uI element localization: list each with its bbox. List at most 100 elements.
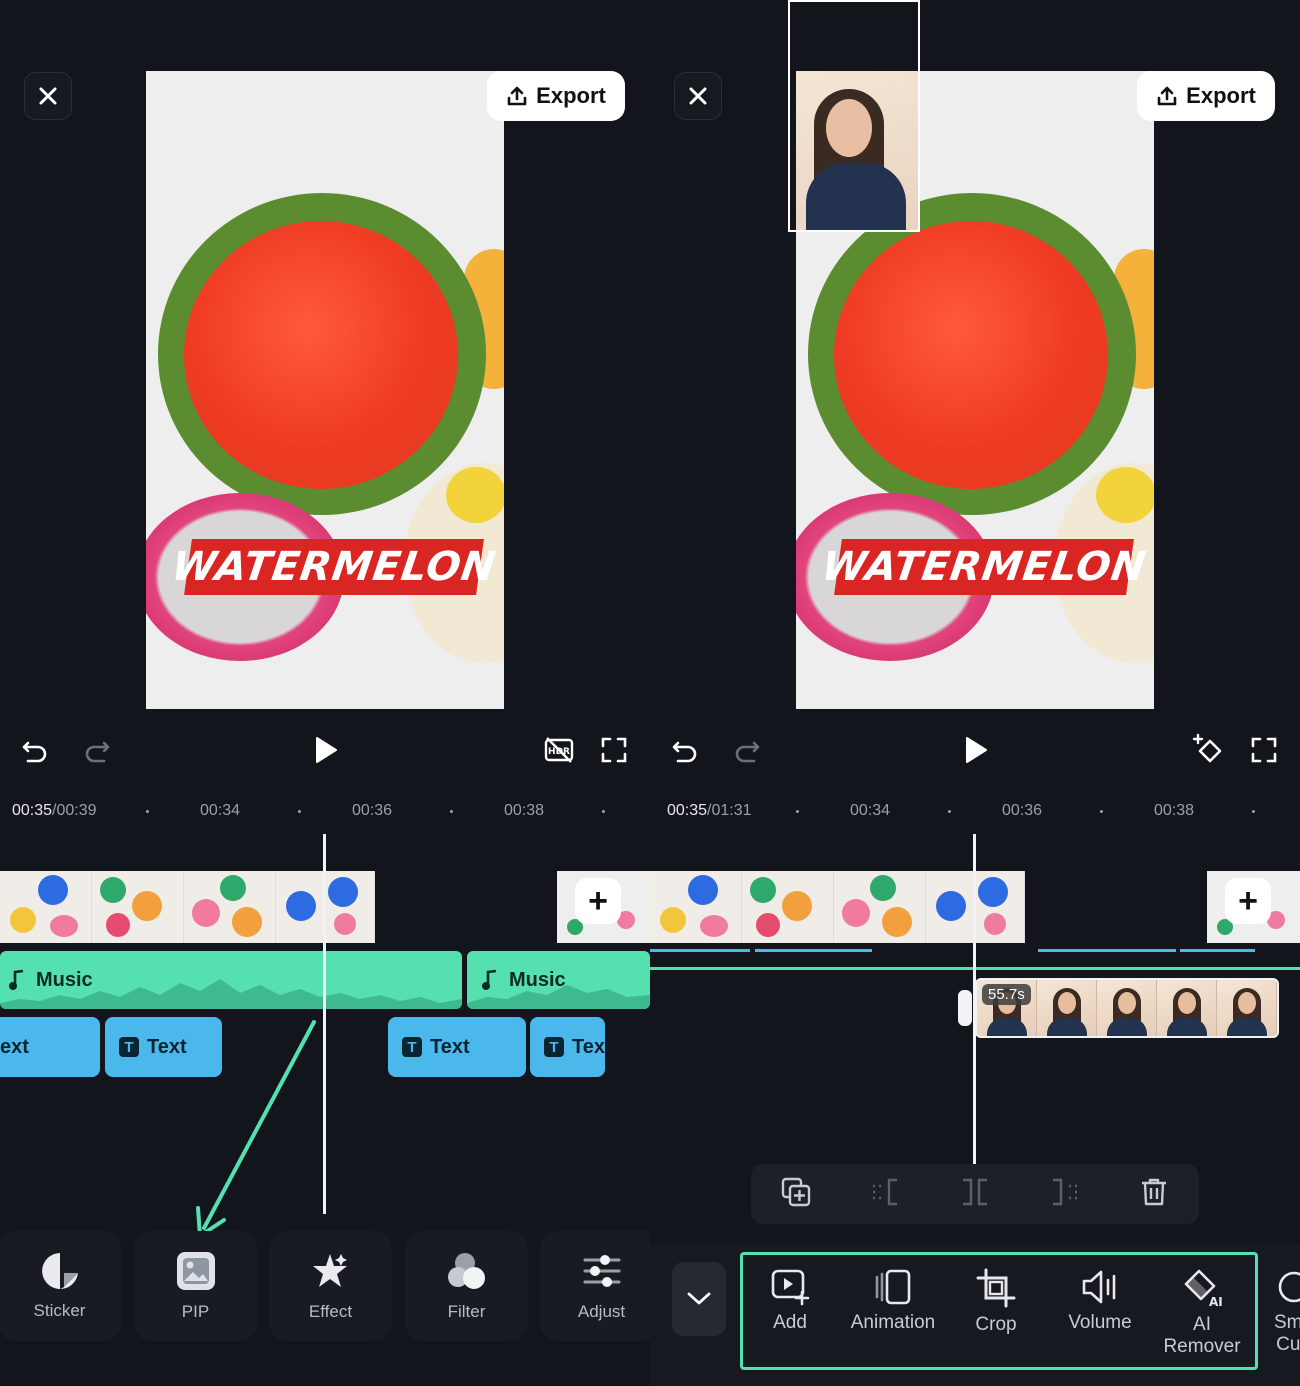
ai-remover-tool[interactable]: AI AI Remover	[1158, 1268, 1246, 1358]
play-button[interactable]	[958, 730, 994, 770]
pip-tool[interactable]: PIP	[134, 1231, 257, 1341]
effect-tool[interactable]: Effect	[269, 1231, 392, 1341]
text-track-indicator	[650, 949, 750, 952]
ai-remover-icon: AI	[1184, 1269, 1223, 1308]
smart-cutout-tool[interactable]: Sm Cu	[1274, 1268, 1300, 1356]
split-button	[959, 1176, 991, 1213]
play-icon	[966, 737, 987, 763]
undo-button[interactable]	[18, 730, 52, 770]
adjust-tool[interactable]: Adjust	[540, 1231, 650, 1341]
volume-icon	[1082, 1270, 1116, 1304]
text-clip[interactable]: T Tex	[530, 1017, 605, 1077]
add-clip-button[interactable]: +	[1225, 878, 1271, 924]
svg-text:AI: AI	[1209, 1295, 1223, 1308]
play-button[interactable]	[308, 730, 344, 770]
music-note-icon	[9, 969, 24, 990]
text-clip[interactable]: T Text	[388, 1017, 526, 1077]
main-video-track[interactable]	[0, 871, 375, 943]
timeline-ruler[interactable]: 00:35/00:39 00:34 00:36 00:38	[0, 800, 650, 824]
collapse-button[interactable]	[672, 1262, 726, 1336]
plus-icon: +	[1238, 881, 1258, 920]
title-overlay[interactable]: WATERMELON	[819, 539, 1149, 595]
close-button[interactable]	[24, 72, 72, 120]
current-time: 00:35/00:39	[12, 802, 97, 819]
export-button[interactable]: Export	[487, 71, 625, 121]
pip-duration-badge: 55.7s	[982, 984, 1031, 1005]
trim-end-button	[1049, 1176, 1081, 1213]
video-thumbnail	[0, 871, 92, 943]
add-video-icon	[771, 1269, 810, 1306]
volume-tool[interactable]: Volume	[1060, 1268, 1140, 1334]
pip-thumbnail	[1037, 980, 1097, 1036]
playhead[interactable]	[973, 834, 976, 1164]
duplicate-icon	[781, 1177, 810, 1206]
keyframe-button[interactable]	[1190, 730, 1228, 770]
filter-icon	[447, 1253, 485, 1289]
pip-thumbnail	[1157, 980, 1217, 1036]
sticker-icon	[41, 1253, 78, 1289]
export-button[interactable]: Export	[1137, 71, 1275, 121]
plus-icon: +	[588, 881, 608, 920]
smart-cutout-icon	[1278, 1271, 1300, 1303]
right-editor-panel: WATERMELON Export 00:35/01:31 00:34 00:3…	[650, 0, 1300, 1386]
playhead[interactable]	[323, 834, 326, 1214]
text-track-indicator	[1180, 949, 1255, 952]
music-track-2[interactable]: Music	[467, 951, 650, 1009]
current-time: 00:35/01:31	[667, 802, 752, 819]
crop-tool[interactable]: Crop	[964, 1268, 1028, 1336]
add-tool[interactable]: Add	[760, 1268, 820, 1334]
add-clip-button[interactable]: +	[575, 878, 621, 924]
hdr-button[interactable]: HDR	[540, 730, 578, 770]
music-note-icon	[482, 969, 497, 990]
pip-thumbnail	[1217, 980, 1277, 1036]
trash-icon	[1142, 1178, 1167, 1205]
video-thumbnail	[92, 871, 184, 943]
annotation-arrow	[196, 1020, 316, 1238]
clip-edit-bar	[751, 1164, 1199, 1224]
delete-button[interactable]	[1138, 1176, 1170, 1213]
video-preview[interactable]: WATERMELON	[146, 71, 504, 709]
video-thumbnail	[742, 871, 834, 943]
fullscreen-button[interactable]	[596, 730, 632, 770]
text-icon: T	[119, 1037, 139, 1057]
close-icon	[39, 87, 57, 105]
redo-button[interactable]	[80, 730, 114, 770]
close-button[interactable]	[674, 72, 722, 120]
fullscreen-icon	[601, 737, 627, 763]
effect-icon	[312, 1254, 347, 1287]
music-track[interactable]: Music	[0, 951, 462, 1009]
export-icon	[507, 86, 527, 106]
adjust-icon	[583, 1255, 620, 1287]
animation-icon	[875, 1269, 911, 1305]
redo-button[interactable]	[730, 730, 764, 770]
filter-tool[interactable]: Filter	[405, 1231, 528, 1341]
pip-trim-handle[interactable]	[958, 990, 972, 1026]
trim-end-icon	[1052, 1178, 1077, 1205]
undo-icon	[22, 741, 47, 763]
pip-overlay[interactable]	[796, 71, 918, 231]
text-clip[interactable]: ext	[0, 1017, 100, 1077]
text-track-indicator	[1038, 949, 1176, 952]
sticker-tool[interactable]: Sticker	[0, 1231, 121, 1341]
video-thumbnail	[834, 871, 926, 943]
trim-start-icon	[873, 1178, 898, 1205]
duplicate-button[interactable]	[780, 1176, 812, 1213]
export-icon	[1157, 86, 1177, 106]
undo-icon	[672, 741, 697, 763]
main-video-track[interactable]	[650, 871, 1025, 943]
redo-icon	[735, 741, 760, 763]
redo-icon	[85, 741, 110, 763]
split-icon	[962, 1178, 987, 1205]
chevron-down-icon	[687, 1292, 711, 1305]
hdr-off-icon: HDR	[544, 737, 574, 763]
timeline-ruler[interactable]: 00:35/01:31 00:34 00:36 00:38	[650, 800, 1300, 824]
pip-thumbnail	[1097, 980, 1157, 1036]
fullscreen-button[interactable]	[1246, 730, 1282, 770]
title-overlay[interactable]: WATERMELON	[169, 539, 499, 595]
text-icon: T	[402, 1037, 422, 1057]
undo-button[interactable]	[668, 730, 702, 770]
animation-tool[interactable]: Animation	[844, 1268, 942, 1334]
text-icon: T	[544, 1037, 564, 1057]
text-track-indicator	[755, 949, 872, 952]
left-editor-panel: WATERMELON Export HDR 00:35/00:39 00:34 …	[0, 0, 650, 1386]
